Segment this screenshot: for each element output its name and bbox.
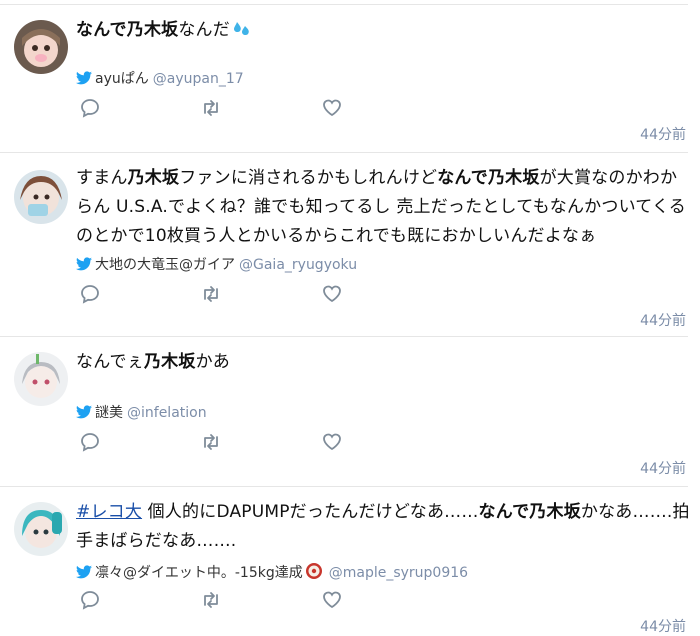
twitter-bird-icon — [76, 565, 92, 584]
reply-icon[interactable] — [80, 432, 100, 456]
tweet-author: 凛々@ダイエット中。-15kg達成 @maple_syrup0916 — [76, 562, 468, 585]
author-handle[interactable]: @ayupan_17 — [153, 71, 244, 87]
like-icon[interactable] — [322, 590, 342, 614]
tweet-2: すまん乃木坂ファンに消されるかもしれんけどなんで乃木坂が大賞なのかわからん U.… — [0, 152, 700, 337]
body-text: なんでぇ — [76, 352, 144, 372]
avatar[interactable] — [14, 20, 68, 74]
twitter-bird-icon — [76, 71, 92, 90]
highlight-text: なんで乃木坂 — [76, 20, 179, 40]
highlight-text: なんで乃木坂 — [478, 502, 581, 522]
reply-icon[interactable] — [80, 590, 100, 614]
tweet-text: なんで乃木坂なんだ — [76, 16, 691, 48]
avatar[interactable] — [14, 170, 68, 224]
body-text: ファンに消されるかもしれんけど — [179, 168, 438, 188]
author-name[interactable]: 謎美 — [95, 405, 123, 421]
author-handle[interactable]: @maple_syrup0916 — [329, 565, 468, 581]
tweet-4: #レコ大 個人的にDAPUMPだったんだけどなあ……なんで乃木坂かなあ…….拍手… — [0, 486, 700, 636]
sweat-drops-icon — [232, 19, 252, 48]
avatar[interactable] — [14, 352, 68, 406]
retweet-icon[interactable] — [200, 590, 222, 614]
tweet-time[interactable]: 44分前 — [640, 124, 686, 144]
retweet-icon[interactable] — [200, 284, 222, 308]
tweet-time[interactable]: 44分前 — [640, 310, 686, 330]
retweet-icon[interactable] — [200, 432, 222, 456]
text-segments: なんでぇ乃木坂かあ — [76, 352, 230, 372]
like-icon[interactable] — [322, 98, 342, 122]
like-icon[interactable] — [322, 432, 342, 456]
avatar-image — [14, 352, 68, 406]
avatar-image — [14, 170, 68, 224]
twitter-bird-icon — [76, 257, 92, 276]
hashtag-link[interactable]: #レコ大 — [76, 502, 142, 522]
author-name[interactable]: 凛々@ダイエット中。-15kg達成 — [95, 565, 303, 581]
twitter-bird-icon — [76, 405, 92, 424]
tweet-text: #レコ大 個人的にDAPUMPだったんだけどなあ……なんで乃木坂かなあ…….拍手… — [76, 498, 691, 556]
body-text: かあ — [195, 352, 230, 372]
author-handle[interactable]: @infelation — [127, 405, 207, 421]
tweet-author: ayuぱん @ayupan_17 — [76, 70, 244, 90]
avatar-image — [14, 20, 68, 74]
highlight-text: 乃木坂 — [127, 168, 180, 188]
tweet-text: すまん乃木坂ファンに消されるかもしれんけどなんで乃木坂が大賞なのかわからん U.… — [76, 164, 691, 251]
tweet-1: なんで乃木坂なんだ ayuぱん @ayupan_17 44分前 — [0, 0, 700, 153]
tweet-feed: なんで乃木坂なんだ ayuぱん @ayupan_17 44分前 すまん乃木坂ファン — [0, 0, 700, 636]
reply-icon[interactable] — [80, 98, 100, 122]
avatar[interactable] — [14, 502, 68, 556]
text-segments: なんで乃木坂なんだ — [76, 20, 230, 40]
body-text: すまん — [76, 168, 128, 188]
avatar-image — [14, 502, 68, 556]
tweet-author: 謎美 @infelation — [76, 404, 207, 424]
body-text: 個人的にDAPUMPだったんだけどなあ…… — [142, 502, 479, 522]
retweet-icon[interactable] — [200, 98, 222, 122]
author-name[interactable]: ayuぱん — [95, 71, 149, 87]
tweet-time[interactable]: 44分前 — [640, 616, 686, 636]
tweet-3: なんでぇ乃木坂かあ 謎美 @infelation 44分前 — [0, 336, 700, 487]
tweet-text: なんでぇ乃木坂かあ — [76, 348, 691, 377]
author-handle[interactable]: @Gaia_ryugyoku — [239, 257, 357, 273]
text-segments: すまん乃木坂ファンに消されるかもしれんけどなんで乃木坂が大賞なのかわからん U.… — [76, 168, 686, 246]
rice-ball-icon — [305, 562, 323, 585]
tweet-time[interactable]: 44分前 — [640, 458, 686, 478]
reply-icon[interactable] — [80, 284, 100, 308]
highlight-text: なんで乃木坂 — [437, 168, 540, 188]
tweet-author: 大地の大竜玉@ガイア @Gaia_ryugyoku — [76, 256, 357, 276]
text-segments: 個人的にDAPUMPだったんだけどなあ……なんで乃木坂かなあ…….拍手まばらだな… — [76, 502, 690, 551]
body-text: なんだ — [178, 20, 230, 40]
like-icon[interactable] — [322, 284, 342, 308]
author-name[interactable]: 大地の大竜玉@ガイア — [95, 257, 235, 273]
highlight-text: 乃木坂 — [143, 352, 196, 372]
